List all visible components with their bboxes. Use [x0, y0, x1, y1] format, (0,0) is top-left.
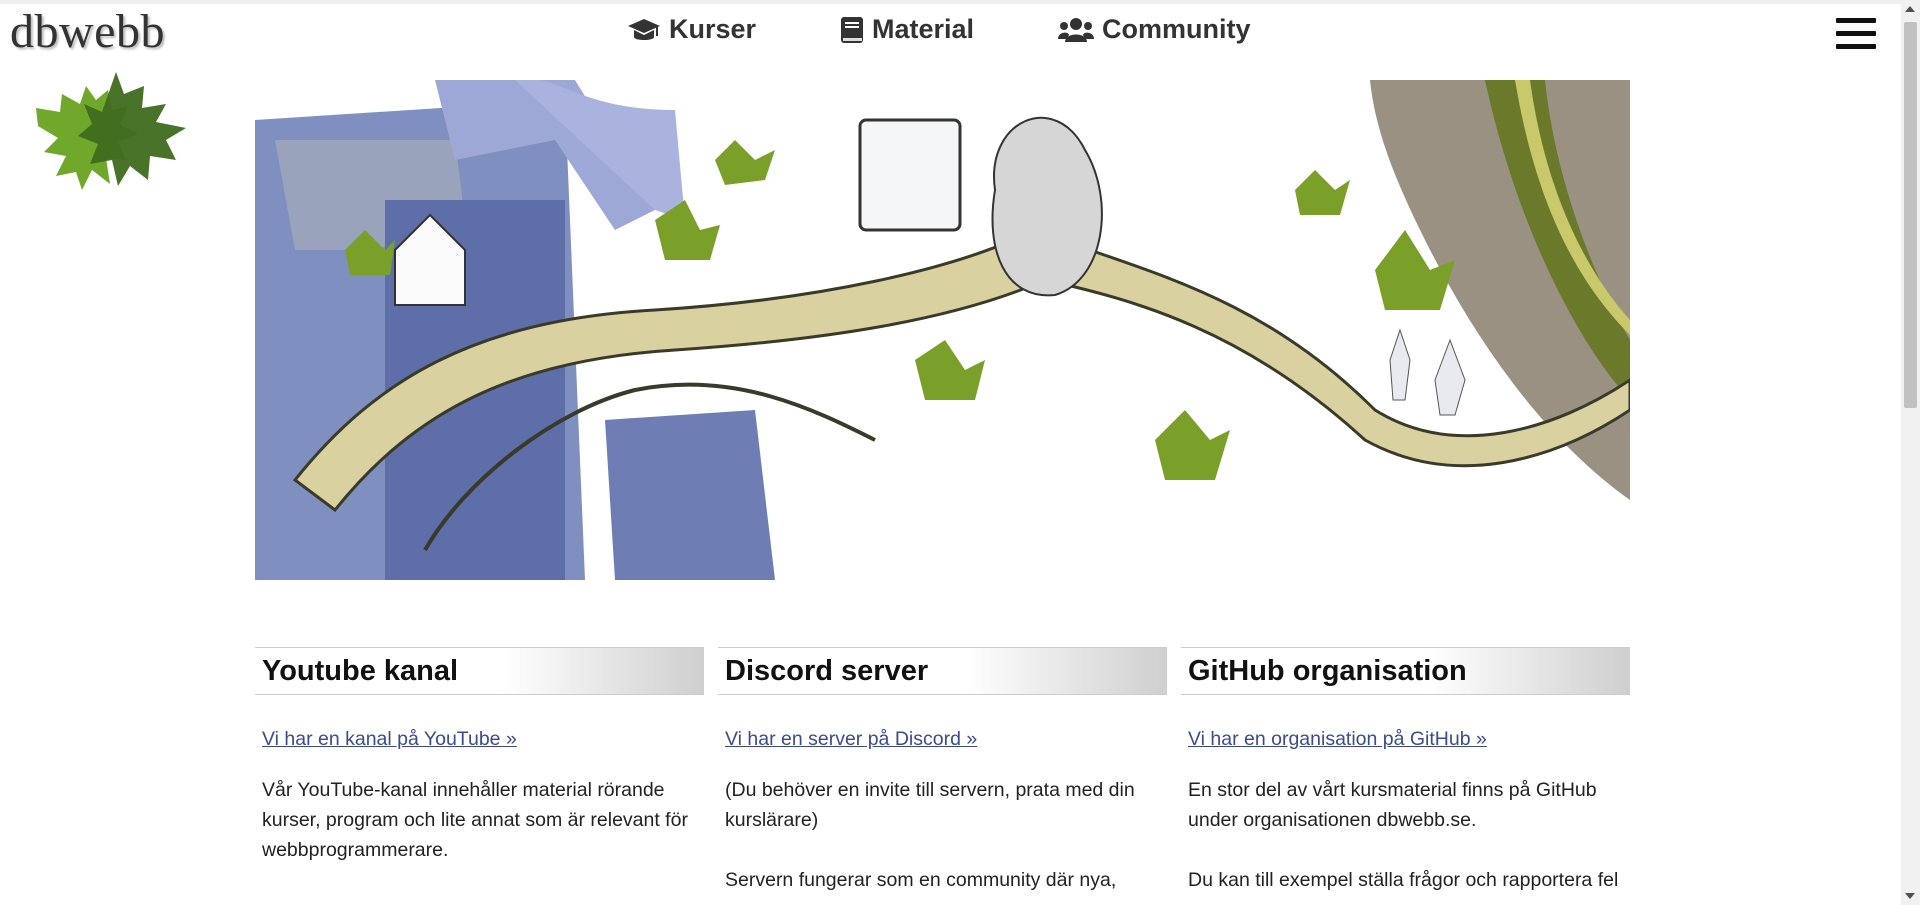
scroll-down-arrow-icon[interactable] — [1905, 893, 1915, 899]
scroll-up-arrow-icon[interactable] — [1905, 6, 1915, 12]
scrollbar-thumb[interactable] — [1904, 22, 1917, 408]
github-section: GitHub organisation Vi har en organisati… — [1181, 647, 1630, 895]
main-navigation: Kurser Material Community — [0, 12, 1920, 52]
section-heading-bar: GitHub organisation — [1181, 647, 1630, 695]
users-icon — [1058, 17, 1094, 42]
nav-item-community[interactable]: Community — [1058, 14, 1251, 45]
section-title: GitHub organisation — [1188, 654, 1467, 687]
hero-image — [255, 80, 1630, 580]
top-border — [0, 0, 1920, 4]
nav-item-label: Kurser — [669, 14, 757, 44]
nav-item-kurser[interactable]: Kurser — [627, 14, 756, 45]
discord-section: Discord server Vi har en server på Disco… — [718, 647, 1167, 895]
discord-link[interactable]: Vi har en server på Discord » — [718, 728, 1167, 751]
section-text: Vår YouTube-kanal innehåller material rö… — [262, 779, 688, 861]
youtube-link[interactable]: Vi har en kanal på YouTube » — [255, 728, 704, 751]
section-text: En stor del av vårt kursmaterial finns p… — [1188, 779, 1597, 831]
section-text: (Du behöver en invite till servern, prat… — [725, 779, 1135, 831]
graduation-cap-icon — [628, 18, 660, 40]
book-icon — [841, 16, 863, 43]
section-title: Youtube kanal — [262, 654, 459, 687]
github-link[interactable]: Vi har en organisation på GitHub » — [1181, 728, 1630, 751]
maple-leaf-logo-icon[interactable] — [26, 64, 192, 210]
nav-item-label: Community — [1102, 14, 1251, 44]
nav-item-material[interactable]: Material — [840, 14, 974, 45]
section-heading-bar: Youtube kanal — [255, 647, 704, 695]
vertical-scrollbar[interactable] — [1901, 0, 1920, 905]
section-heading-bar: Discord server — [718, 647, 1167, 695]
youtube-section: Youtube kanal Vi har en kanal på YouTube… — [255, 647, 704, 865]
hamburger-menu-icon[interactable] — [1836, 18, 1876, 56]
nav-item-label: Material — [872, 14, 975, 44]
section-text: Du kan till exempel ställa frågor och ra… — [1188, 869, 1619, 891]
section-title: Discord server — [725, 654, 929, 687]
section-text: Servern fungerar som en community där ny… — [725, 869, 1117, 891]
